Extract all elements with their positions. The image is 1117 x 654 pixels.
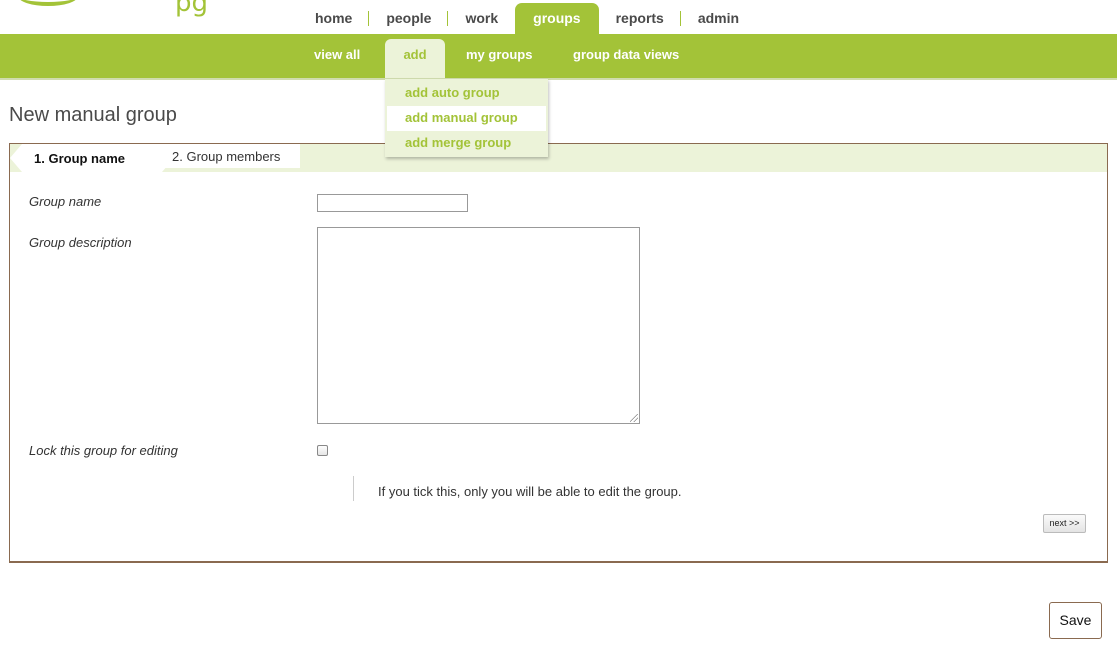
menu-item-add-manual-group[interactable]: add manual group <box>387 106 546 131</box>
save-button[interactable]: Save <box>1049 602 1102 639</box>
subnav-group-data-views[interactable]: group data views <box>573 34 679 78</box>
subnav-my-groups[interactable]: my groups <box>466 34 532 78</box>
next-button[interactable]: next >> <box>1043 514 1086 533</box>
group-description-label: Group description <box>29 235 132 250</box>
help-divider <box>353 476 354 501</box>
group-description-textarea[interactable] <box>317 227 640 424</box>
resize-handle-icon[interactable] <box>630 414 638 422</box>
wizard-steps: 1. Group name 2. Group members <box>10 144 1107 172</box>
add-dropdown-menu: add auto group add manual group add merg… <box>385 79 548 157</box>
menu-item-add-auto-group[interactable]: add auto group <box>385 81 548 106</box>
group-name-label: Group name <box>29 194 102 209</box>
group-name-input[interactable] <box>317 194 468 212</box>
logo-icon[interactable] <box>18 0 78 6</box>
nav-people[interactable]: people <box>369 3 449 34</box>
nav-reports[interactable]: reports <box>599 3 682 34</box>
nav-work[interactable]: work <box>448 3 515 34</box>
subnav-add[interactable]: add <box>385 39 445 78</box>
main-nav: home people work groups reports admin <box>298 3 756 34</box>
step-group-name-label: 1. Group name <box>34 151 126 166</box>
subnav-view-all[interactable]: view all <box>314 34 360 78</box>
sub-navigation-bar: view all add my groups group data views <box>0 34 1117 80</box>
logo-text[interactable]: pg <box>175 0 208 18</box>
step-group-name[interactable]: 1. Group name <box>10 144 174 172</box>
nav-home[interactable]: home <box>298 3 370 34</box>
lock-group-checkbox[interactable] <box>317 445 328 456</box>
nav-admin[interactable]: admin <box>681 3 756 34</box>
lock-help-text: If you tick this, only you will be able … <box>378 484 682 499</box>
menu-item-add-merge-group[interactable]: add merge group <box>385 131 548 156</box>
group-wizard-panel: 1. Group name 2. Group members Group nam… <box>9 143 1108 563</box>
top-navigation-bar: pg home people work groups reports admin <box>0 0 1117 34</box>
lock-group-label: Lock this group for editing <box>29 443 178 458</box>
step-group-members[interactable]: 2. Group members <box>162 144 300 168</box>
page-title: New manual group <box>9 104 177 126</box>
nav-groups[interactable]: groups <box>515 3 599 34</box>
